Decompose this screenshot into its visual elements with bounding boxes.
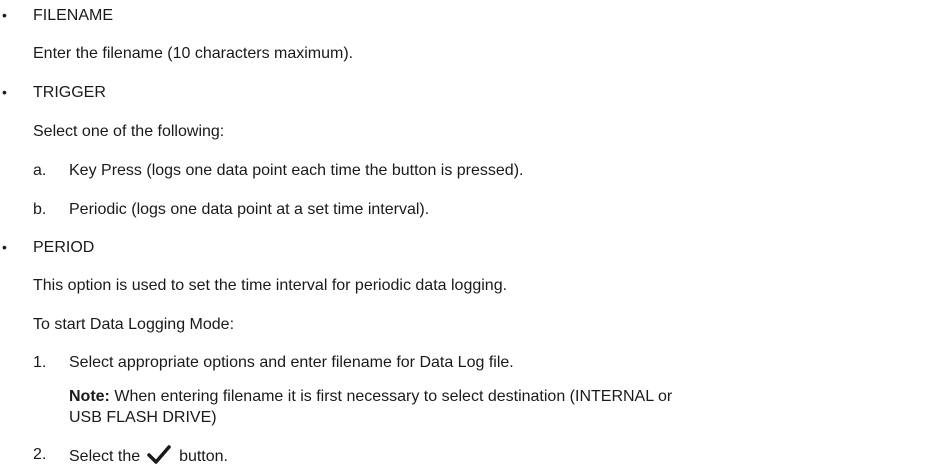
step-2-marker: 2. bbox=[33, 446, 47, 463]
period-description: This option is used to set the time inte… bbox=[33, 277, 508, 294]
note-line-1: Note: When entering filename it is first… bbox=[69, 387, 672, 406]
start-intro: To start Data Logging Mode: bbox=[33, 316, 235, 333]
step-2-line: Select the button. bbox=[69, 445, 228, 469]
heading-filename: FILENAME bbox=[33, 7, 114, 24]
heading-trigger: TRIGGER bbox=[33, 84, 106, 101]
heading-period: PERIOD bbox=[33, 239, 95, 256]
step-1-marker: 1. bbox=[33, 354, 47, 371]
step-2-text-after: button. bbox=[179, 448, 228, 465]
note-line-2: USB FLASH DRIVE) bbox=[69, 409, 217, 426]
step-1-text: Select appropriate options and enter fil… bbox=[69, 354, 514, 371]
option-a-marker: a. bbox=[33, 162, 47, 179]
bullet-filename: • bbox=[2, 7, 7, 23]
note-label: Note: bbox=[69, 388, 110, 405]
option-periodic: Periodic (logs one data point at a set t… bbox=[69, 201, 430, 218]
bullet-period: • bbox=[2, 239, 7, 255]
filename-description: Enter the filename (10 characters maximu… bbox=[33, 45, 354, 62]
checkmark-icon bbox=[146, 445, 171, 469]
bullet-trigger: • bbox=[2, 84, 7, 100]
option-key-press: Key Press (logs one data point each time… bbox=[69, 162, 524, 179]
trigger-description: Select one of the following: bbox=[33, 123, 225, 140]
note-text: When entering filename it is first neces… bbox=[114, 388, 673, 405]
option-b-marker: b. bbox=[33, 201, 47, 218]
step-2-text-before: Select the bbox=[69, 448, 141, 465]
